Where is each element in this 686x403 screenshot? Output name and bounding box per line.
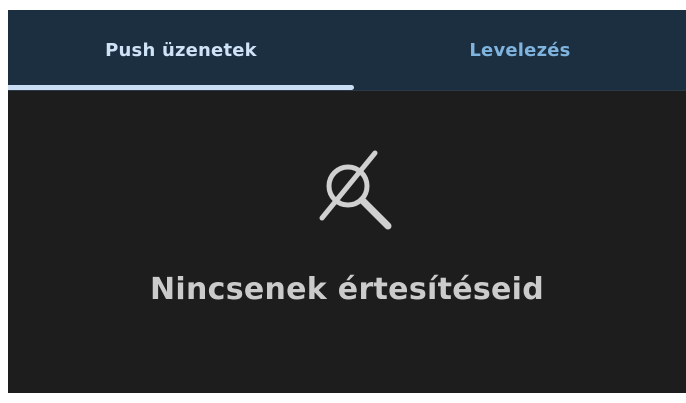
tab-bar: Push üzenetek Levelezés (8, 10, 686, 91)
tab-push-messages[interactable]: Push üzenetek (8, 10, 354, 90)
tab-mail-label: Levelezés (469, 39, 571, 61)
tab-mail[interactable]: Levelezés (354, 10, 686, 90)
notifications-screen: Push üzenetek Levelezés Nincsenek értesí… (8, 10, 686, 393)
tab-push-messages-label: Push üzenetek (105, 39, 257, 61)
search-off-icon (302, 138, 402, 238)
empty-state-message: Nincsenek értesítéseid (149, 272, 545, 307)
active-tab-indicator (8, 85, 354, 90)
